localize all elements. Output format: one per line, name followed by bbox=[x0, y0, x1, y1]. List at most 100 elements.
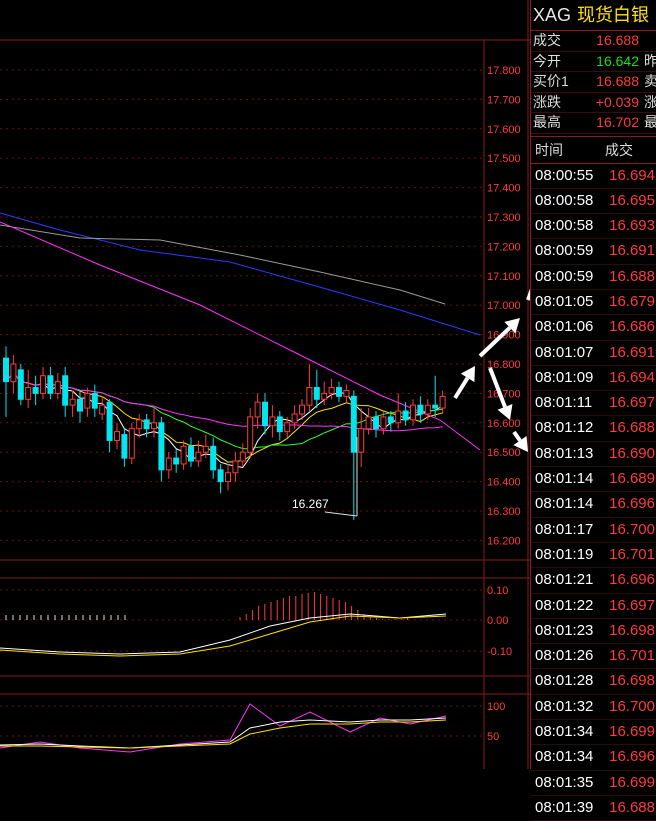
quote-label-secondary: 最 bbox=[644, 113, 656, 133]
tick-price: 16.691 bbox=[609, 341, 655, 365]
tick-row[interactable]: 08:01:0616.686 bbox=[531, 315, 656, 340]
tick-time: 08:01:14 bbox=[535, 492, 593, 516]
macd-tick-label: -0.10 bbox=[487, 646, 512, 658]
tick-price: 16.696 bbox=[609, 745, 655, 769]
candle-body bbox=[344, 390, 349, 396]
candle-body bbox=[100, 405, 105, 414]
tick-price: 16.696 bbox=[609, 492, 655, 516]
candle-body bbox=[159, 423, 164, 470]
tick-row[interactable]: 08:00:59 16.691 bbox=[531, 239, 656, 264]
tick-row[interactable]: 08:01:0516.679 bbox=[531, 290, 656, 315]
price-tick-label: 17.200 bbox=[487, 241, 521, 253]
tick-price: 16.699 bbox=[609, 720, 655, 744]
tick-time: 08:01:34 bbox=[535, 745, 593, 769]
candle-body bbox=[166, 458, 171, 470]
candle-body bbox=[359, 429, 364, 453]
candle-body bbox=[337, 388, 342, 397]
candle-body bbox=[203, 446, 208, 452]
quote-value: 16.702 bbox=[596, 113, 639, 133]
tick-table-header: 时间 成交 bbox=[531, 136, 656, 164]
candle-body bbox=[26, 388, 31, 400]
tick-list[interactable]: 08:00:5516.69408:00:5816.69508:00:5816.6… bbox=[531, 164, 656, 821]
tick-row[interactable]: 08:01:3516.699 bbox=[531, 771, 656, 796]
price-tick-label: 16.200 bbox=[487, 535, 521, 547]
tick-time: 08:01:07 bbox=[535, 341, 593, 365]
price-tick-label: 17.400 bbox=[487, 183, 521, 195]
candle-body bbox=[196, 452, 201, 461]
candle-body bbox=[233, 461, 238, 473]
quote-panel: XAG现货白银 成交16.688今开16.642昨买价116.688卖涨跌+0.… bbox=[530, 0, 656, 769]
price-chart[interactable]: 17.80017.70017.60017.50017.40017.30017.2… bbox=[0, 0, 530, 769]
candle-body bbox=[18, 370, 23, 399]
candle-body bbox=[433, 405, 438, 408]
tick-row[interactable]: 08:01:2316.698 bbox=[531, 619, 656, 644]
candle-body bbox=[152, 423, 157, 429]
candle-body bbox=[277, 417, 282, 432]
candle-body bbox=[270, 417, 275, 426]
candle-body bbox=[248, 417, 253, 452]
candle-body bbox=[144, 420, 149, 429]
candle-body bbox=[4, 358, 9, 382]
tick-row[interactable]: 08:01:2616.701 bbox=[531, 644, 656, 669]
tick-time: 08:01:13 bbox=[535, 442, 593, 466]
candle-body bbox=[411, 405, 416, 420]
tick-time: 08:01:26 bbox=[535, 644, 593, 668]
price-tick-label: 17.100 bbox=[487, 271, 521, 283]
tick-price: 16.691 bbox=[609, 239, 655, 263]
candle-body bbox=[211, 446, 216, 470]
tick-row[interactable]: 08:01:2816.698 bbox=[531, 669, 656, 694]
tick-time: 08:01:19 bbox=[535, 543, 593, 567]
tick-row[interactable]: 08:01:3216.700 bbox=[531, 695, 656, 720]
tick-price: 16.698 bbox=[609, 619, 655, 643]
candle-body bbox=[381, 417, 386, 429]
price-tick-label: 17.800 bbox=[487, 65, 521, 77]
tick-price: 16.697 bbox=[609, 594, 655, 618]
tick-time: 08:00:59 bbox=[535, 239, 593, 263]
quote-row: 买价116.688卖 bbox=[531, 72, 656, 93]
candle-body bbox=[292, 414, 297, 423]
price-tick-label: 16.400 bbox=[487, 477, 521, 489]
candle-body bbox=[181, 446, 186, 464]
tick-row[interactable]: 08:01:2116.696 bbox=[531, 568, 656, 593]
quote-row: 涨跌+0.039涨 bbox=[531, 93, 656, 114]
candle-body bbox=[374, 417, 379, 429]
tick-time: 08:01:34 bbox=[535, 720, 593, 744]
tick-price: 16.700 bbox=[609, 695, 655, 719]
tick-row[interactable]: 08:01:14 16.696 bbox=[531, 492, 656, 517]
tick-row[interactable]: 08:01:1416.689 bbox=[531, 467, 656, 492]
tick-row[interactable]: 08:01:2216.697 bbox=[531, 594, 656, 619]
tick-row[interactable]: 08:01:3916.688 bbox=[531, 796, 656, 821]
tick-row[interactable]: 08:01:1316.690 bbox=[531, 442, 656, 467]
tick-row[interactable]: 08:01:1116.697 bbox=[531, 391, 656, 416]
tick-row[interactable]: 08:01:34 16.696 bbox=[531, 745, 656, 770]
candle-body bbox=[255, 402, 260, 417]
quote-label-secondary: 涨 bbox=[644, 93, 656, 113]
candle-body bbox=[329, 388, 334, 394]
tick-row[interactable]: 08:01:1916.701 bbox=[531, 543, 656, 568]
tick-row[interactable]: 08:01:0916.694 bbox=[531, 366, 656, 391]
tick-row[interactable]: 08:01:1716.700 bbox=[531, 518, 656, 543]
tick-row[interactable]: 08:01:07 16.691 bbox=[531, 341, 656, 366]
candle-body bbox=[440, 396, 445, 408]
tick-row[interactable]: 08:00:5816.695 bbox=[531, 189, 656, 214]
tick-price: 16.689 bbox=[609, 467, 655, 491]
candle-body bbox=[122, 435, 127, 459]
tick-row[interactable]: 08:00:5916.688 bbox=[531, 265, 656, 290]
candle-body bbox=[418, 405, 423, 414]
candle-body bbox=[403, 411, 408, 420]
candle-body bbox=[218, 470, 223, 482]
macd-tick-label: 0.10 bbox=[487, 585, 508, 597]
price-tick-label: 17.000 bbox=[487, 300, 521, 312]
tick-time: 08:00:59 bbox=[535, 265, 593, 289]
tick-price: 16.699 bbox=[609, 771, 655, 795]
candle-body bbox=[70, 399, 75, 405]
price-column-header: 成交 bbox=[605, 137, 633, 163]
tick-row[interactable]: 08:01:1216.688 bbox=[531, 416, 656, 441]
tick-row[interactable]: 08:01:34 16.699 bbox=[531, 720, 656, 745]
tick-time: 08:01:05 bbox=[535, 290, 593, 314]
candle-body bbox=[307, 388, 312, 406]
tick-row[interactable]: 08:00:5816.693 bbox=[531, 214, 656, 239]
tick-row[interactable]: 08:00:5516.694 bbox=[531, 164, 656, 189]
kdj-tick-label: 50 bbox=[487, 731, 499, 743]
kdj-tick-label: 100 bbox=[487, 701, 505, 713]
